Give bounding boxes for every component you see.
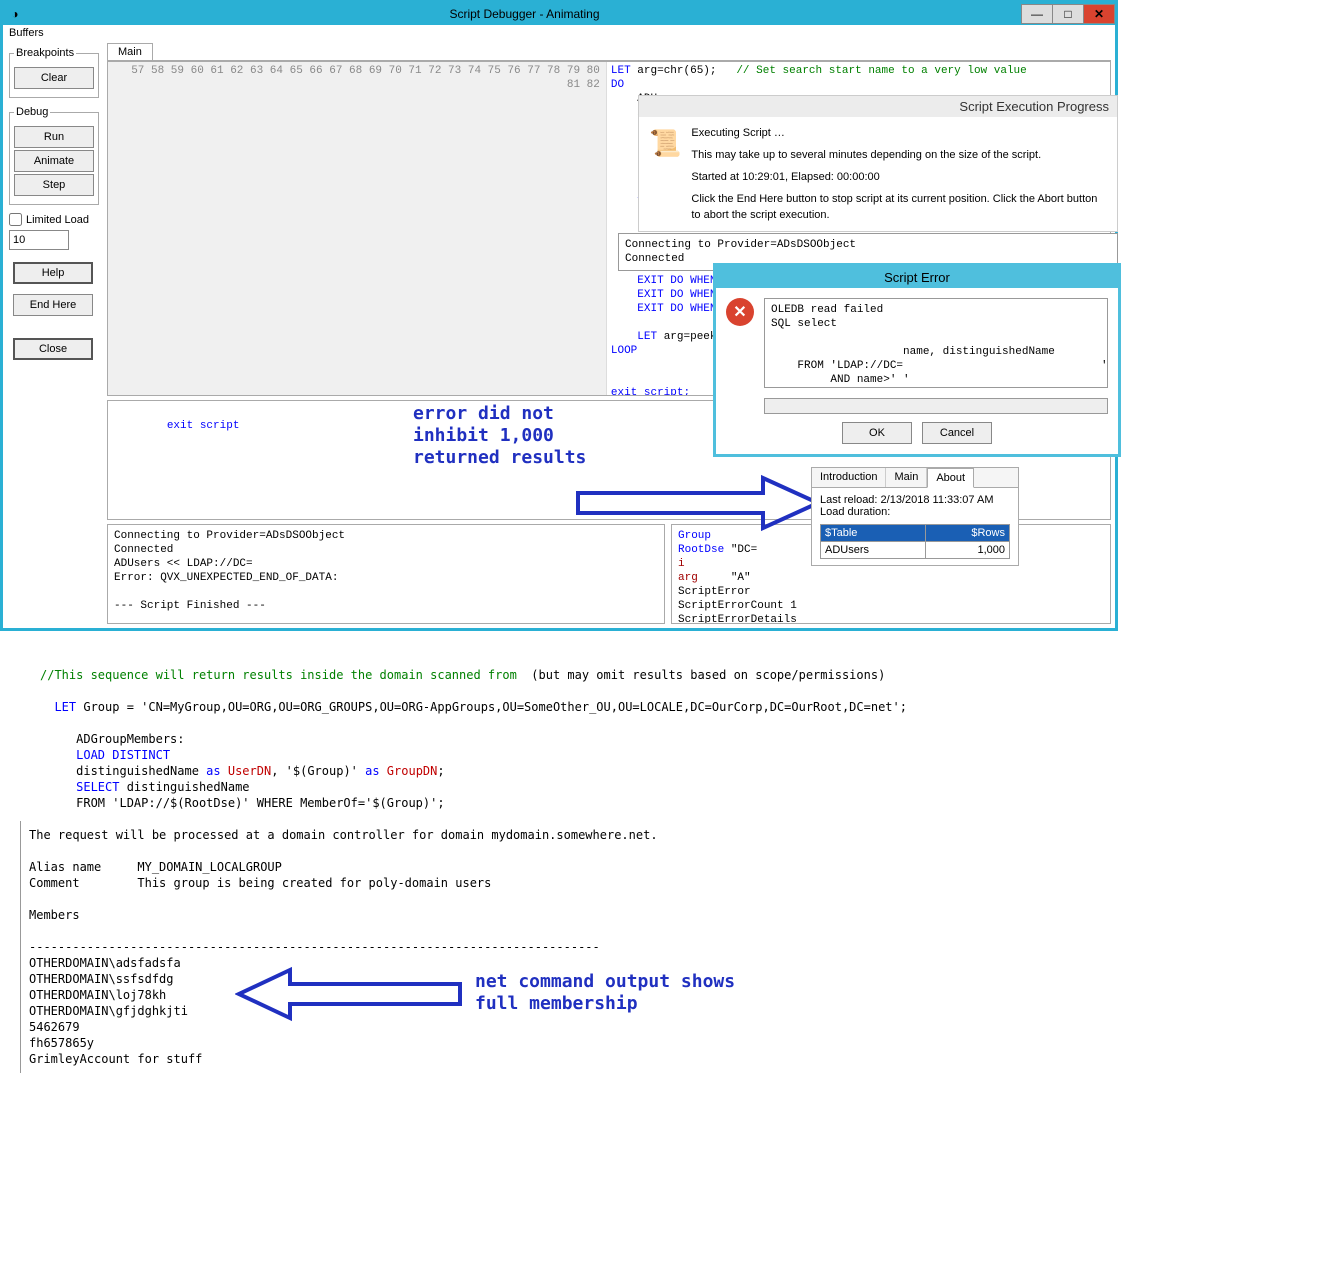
td-rows: 1,000 bbox=[925, 542, 1009, 559]
arrow-right-icon bbox=[573, 473, 823, 533]
error-text: OLEDB read failed SQL select name, disti… bbox=[764, 298, 1108, 388]
progress-line4: Click the End Here button to stop script… bbox=[691, 191, 1107, 223]
error-icon: ✕ bbox=[726, 298, 754, 326]
about-tab-main[interactable]: Main bbox=[886, 468, 927, 487]
annotation-text-1: error did not inhibit 1,000 returned res… bbox=[413, 403, 586, 469]
about-tab-about[interactable]: About bbox=[927, 468, 974, 488]
tab-main[interactable]: Main bbox=[107, 43, 153, 60]
load-duration: Load duration: bbox=[820, 506, 1010, 518]
th-rows: $Rows bbox=[925, 525, 1009, 542]
th-table: $Table bbox=[821, 525, 926, 542]
last-reload: Last reload: 2/13/2018 11:33:07 AM bbox=[820, 494, 1010, 506]
run-button[interactable]: Run bbox=[14, 126, 94, 148]
error-cancel-button[interactable]: Cancel bbox=[922, 422, 992, 444]
about-panel: Introduction Main About Last reload: 2/1… bbox=[811, 467, 1019, 566]
limited-load-label: Limited Load bbox=[26, 214, 89, 226]
breakpoints-fieldset: Breakpoints Clear bbox=[9, 47, 99, 98]
net-command-output: The request will be processed at a domai… bbox=[20, 821, 1314, 1073]
left-panel: Breakpoints Clear Debug Run Animate Step… bbox=[3, 41, 103, 628]
limited-load-checkbox[interactable] bbox=[9, 213, 22, 226]
code-snippet: //This sequence will return results insi… bbox=[40, 651, 1314, 811]
annotation-text-2: net command output shows full membership bbox=[475, 971, 735, 1015]
animate-button[interactable]: Animate bbox=[14, 150, 94, 172]
clear-button[interactable]: Clear bbox=[14, 67, 94, 89]
close-button[interactable]: Close bbox=[13, 338, 93, 360]
error-ok-button[interactable]: OK bbox=[842, 422, 912, 444]
execution-log-pane: Connecting to Provider=ADsDSOObject Conn… bbox=[107, 524, 665, 624]
app-icon: ◑ bbox=[3, 7, 27, 21]
code-tabs: Main bbox=[107, 43, 1111, 61]
progress-header: Script Execution Progress bbox=[639, 96, 1117, 117]
limited-load-value[interactable] bbox=[9, 230, 69, 250]
progress-line3: Started at 10:29:01, Elapsed: 00:00:00 bbox=[691, 169, 1107, 185]
step-button[interactable]: Step bbox=[14, 174, 94, 196]
end-here-button[interactable]: End Here bbox=[13, 294, 93, 316]
debug-legend: Debug bbox=[14, 106, 50, 118]
window-title: Script Debugger - Animating bbox=[27, 7, 1022, 21]
debugger-window: ◑ Script Debugger - Animating — □ ✕ Buff… bbox=[0, 0, 1118, 631]
buffers-label: Buffers bbox=[3, 25, 1115, 41]
close-window-button[interactable]: ✕ bbox=[1083, 4, 1115, 24]
error-scrollbar[interactable] bbox=[764, 398, 1108, 414]
titlebar: ◑ Script Debugger - Animating — □ ✕ bbox=[3, 3, 1115, 25]
script-error-title: Script Error bbox=[716, 266, 1118, 288]
about-table: $Table$Rows ADUsers1,000 bbox=[820, 524, 1010, 559]
arrow-left-icon bbox=[235, 966, 465, 1022]
minimize-button[interactable]: — bbox=[1021, 4, 1053, 24]
maximize-button[interactable]: □ bbox=[1052, 4, 1084, 24]
help-button[interactable]: Help bbox=[13, 262, 93, 284]
script-error-window: Script Error ✕ OLEDB read failed SQL sel… bbox=[713, 263, 1121, 457]
about-tab-intro[interactable]: Introduction bbox=[812, 468, 886, 487]
debug-fieldset: Debug Run Animate Step bbox=[9, 106, 99, 205]
script-icon: 📜 bbox=[649, 125, 681, 161]
breakpoints-legend: Breakpoints bbox=[14, 47, 76, 59]
window-controls: — □ ✕ bbox=[1022, 4, 1115, 24]
progress-line2: This may take up to several minutes depe… bbox=[691, 147, 1107, 163]
td-table: ADUsers bbox=[821, 542, 926, 559]
progress-box: Script Execution Progress 📜 Executing Sc… bbox=[638, 95, 1118, 232]
progress-line1: Executing Script … bbox=[691, 125, 1107, 141]
